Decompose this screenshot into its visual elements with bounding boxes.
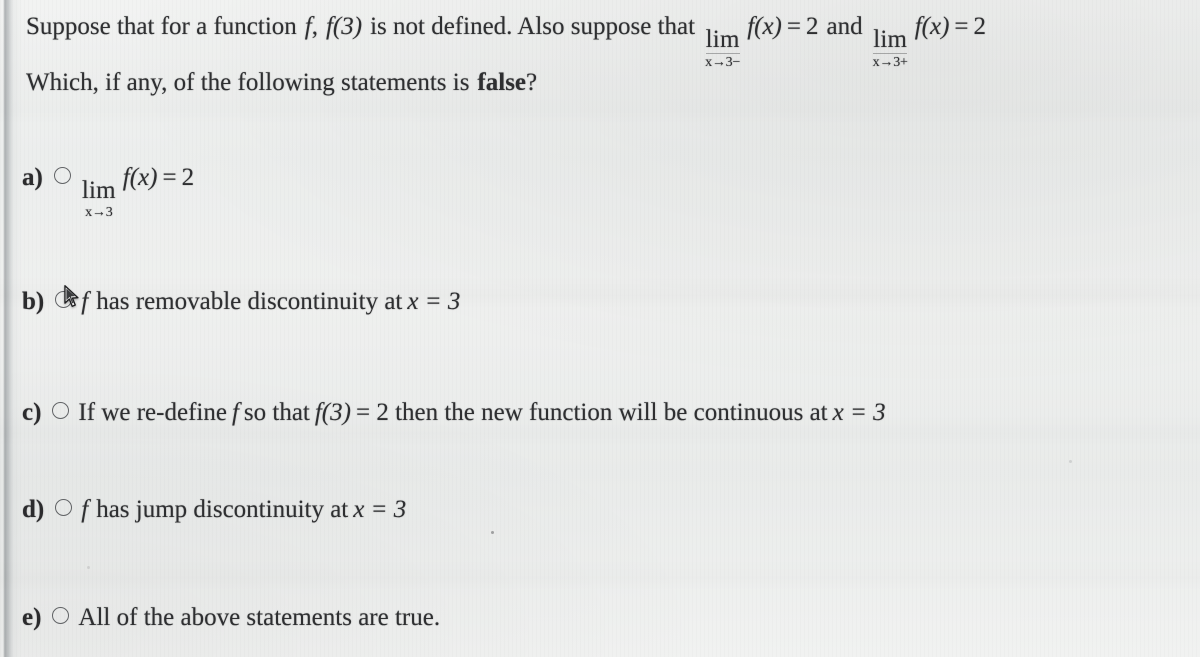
option-c-text-c: = 2 then the new function will be contin…: [355, 399, 828, 426]
limit-subscript: x→3+: [872, 55, 908, 70]
option-a-equals: =: [162, 164, 177, 191]
option-b-text: f has removable discontinuity at x = 3: [81, 289, 460, 314]
option-d-statement: has jump discontinuity at: [96, 496, 349, 523]
option-b-tag: b): [22, 288, 45, 315]
prompt-emphasis-false: false: [477, 69, 527, 96]
option-e-text: All of the above statements are true.: [78, 604, 441, 631]
limit-left-sided: lim x→3−: [705, 27, 740, 71]
limit-operator: lim: [81, 177, 116, 204]
option-c-text-b: so that: [243, 399, 310, 426]
option-d-text: f has jump discontinuity at x = 3: [81, 497, 406, 522]
option-c-function-value: f(3): [314, 399, 351, 426]
option-a-tag: a): [22, 164, 43, 191]
radio-circle-icon: [52, 402, 70, 419]
prompt-line-1: Suppose that for a function f, f(3) is not …: [26, 14, 986, 71]
option-a[interactable]: a) lim x→3 f(x) = 2: [22, 165, 194, 221]
limit2-expression: f(x): [914, 13, 950, 40]
ink-speck: [87, 566, 90, 569]
prompt-comma: ,: [311, 13, 318, 40]
radio-circle-icon: [53, 167, 71, 184]
option-c-radio[interactable]: [52, 400, 74, 422]
option-d[interactable]: d) f has jump discontinuity at x = 3: [22, 497, 406, 522]
limit1-expression: f(x): [747, 13, 782, 40]
option-b-radio[interactable]: [55, 285, 79, 311]
option-c-function: f: [231, 399, 239, 426]
radio-circle-icon: [52, 607, 70, 624]
option-c-text-a: If we re-define: [78, 399, 227, 426]
prompt-line1-part2: is not defined. Also suppose that: [370, 13, 696, 40]
option-c-text: If we re-define f so that f(3) = 2 then the …: [78, 400, 885, 425]
option-a-text: lim x→3 f(x) = 2: [80, 165, 194, 221]
ink-speck: [1069, 460, 1072, 463]
option-d-function: f: [81, 496, 89, 523]
option-d-radio[interactable]: [55, 497, 77, 519]
radio-circle-icon: [55, 499, 73, 516]
limit2-equals: =: [954, 13, 969, 40]
option-b-statement: has removable discontinuity at: [96, 288, 403, 315]
option-e[interactable]: e) All of the above statements are true.: [22, 605, 440, 630]
limit-subscript: x→3−: [705, 55, 741, 70]
limit1-equals: =: [786, 13, 801, 40]
ink-speck: [491, 531, 494, 534]
prompt-line-2: Which, if any, of the following statemen…: [26, 70, 537, 95]
option-a-radio[interactable]: [53, 165, 76, 187]
radio-circle-icon: [55, 291, 73, 308]
option-a-limit: lim x→3: [82, 178, 116, 221]
prompt-conjunction: and: [826, 13, 863, 40]
limit-subscript: x→3: [85, 205, 113, 220]
option-c-tag: c): [22, 399, 42, 426]
option-b[interactable]: b) f has removable discontinuity at x = 3: [22, 285, 460, 315]
option-e-tag: e): [22, 604, 42, 631]
option-a-expression: f(x): [122, 164, 158, 191]
prompt-line2-text-after: ?: [526, 69, 538, 96]
option-d-math: x = 3: [353, 496, 407, 523]
limit-operator: lim: [705, 26, 740, 54]
limit-right-sided: lim x→3+: [873, 27, 908, 71]
option-c-math: x = 3: [832, 399, 886, 426]
prompt-line2-text-before: Which, if any, of the following statemen…: [26, 69, 470, 96]
option-a-value: 2: [181, 164, 195, 191]
option-d-tag: d): [22, 496, 45, 523]
limit1-value: 2: [806, 13, 819, 40]
prompt-f-of-3: f(3): [325, 13, 363, 40]
question-content: Suppose that for a function f, f(3) is not …: [0, 0, 1200, 657]
limit-operator: lim: [873, 26, 908, 54]
prompt-function-symbol: f: [304, 13, 312, 40]
option-b-function: f: [81, 288, 89, 315]
option-c[interactable]: c) If we re-define f so that f(3) = 2 then t…: [22, 400, 886, 425]
option-b-math: x = 3: [407, 288, 461, 315]
option-e-radio[interactable]: [52, 605, 74, 627]
limit2-value: 2: [973, 13, 987, 40]
prompt-line1-part1: Suppose that for a function: [26, 13, 297, 40]
